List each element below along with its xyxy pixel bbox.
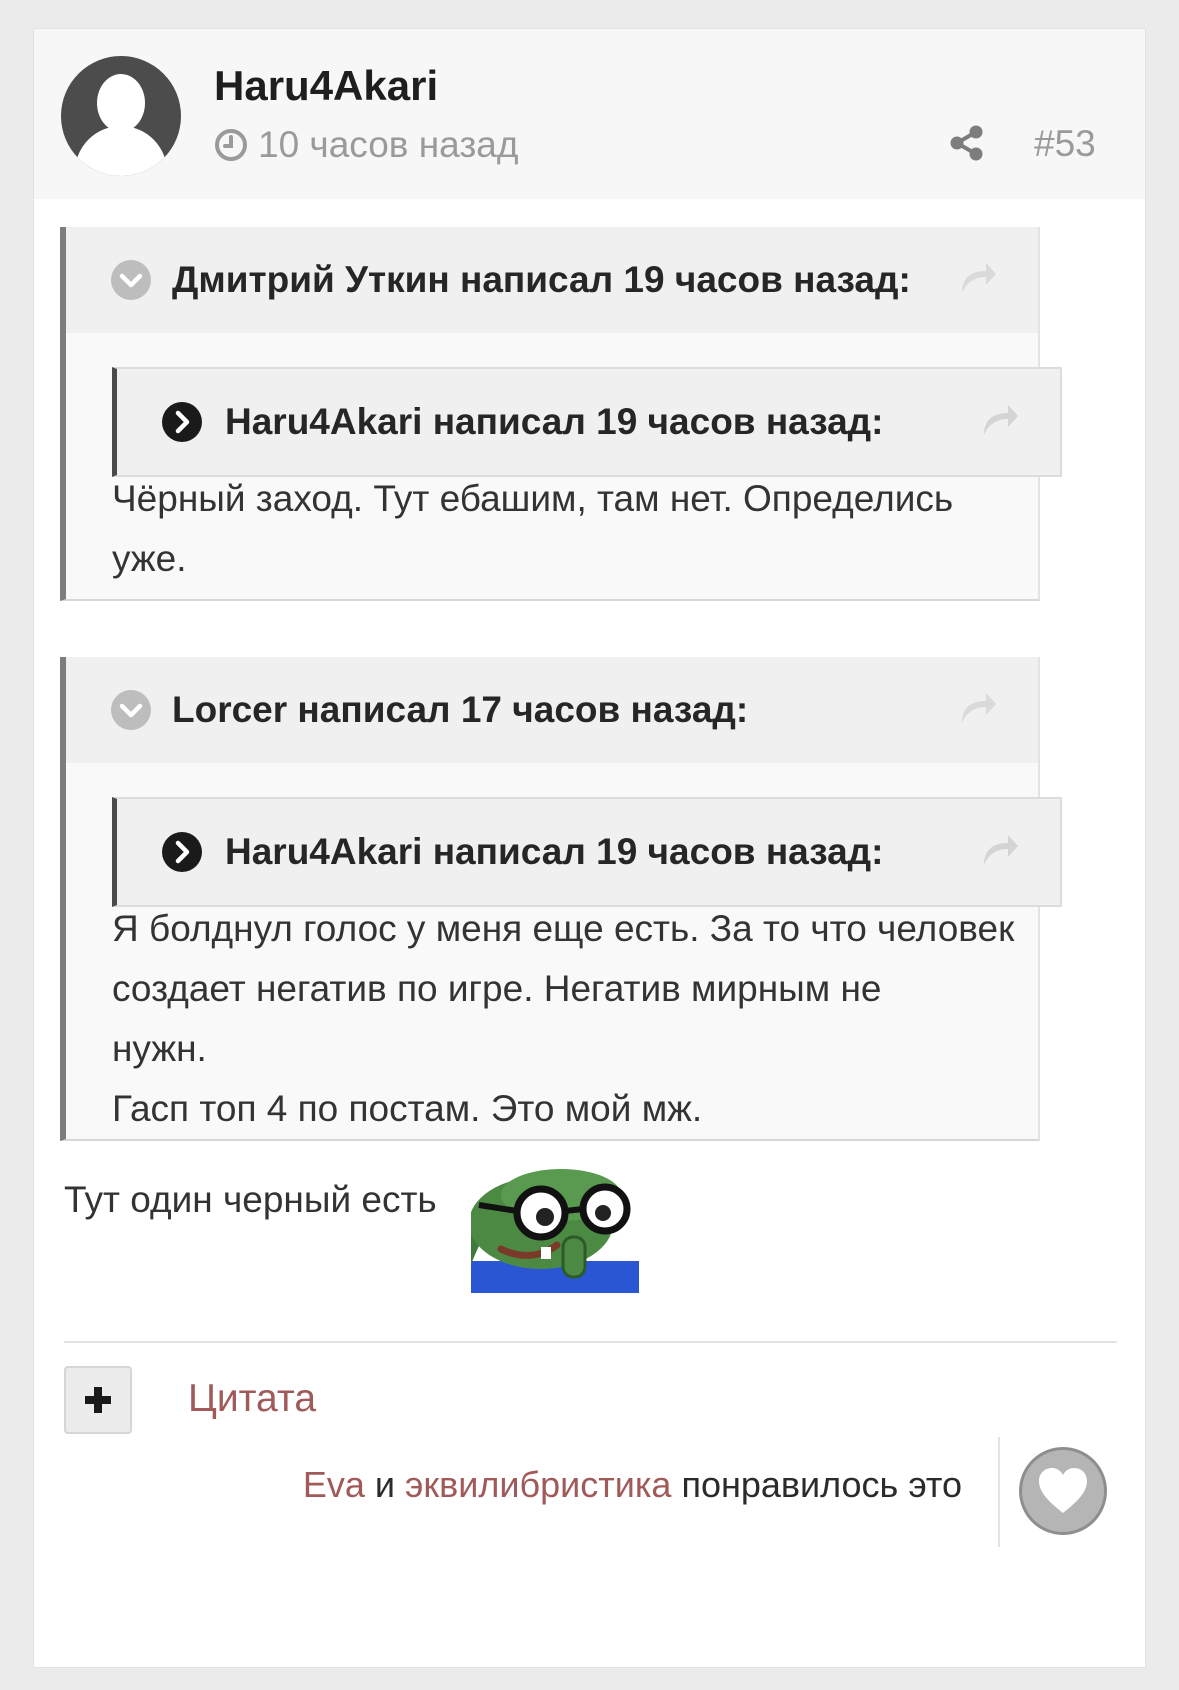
chevron-right-icon[interactable] [161,401,203,443]
quote-citation: Lorcer написал 17 часов назад: [66,657,1038,763]
post-number[interactable]: #53 [1034,123,1096,165]
like-button[interactable] [1019,1447,1107,1535]
pepe-glasses-emoji [471,1169,639,1293]
quote-citation-text: Дмитрий Уткин написал 19 часов назад: [172,259,911,300]
chevron-right-icon[interactable] [161,831,203,873]
reply-arrow-icon[interactable] [980,399,1020,439]
nested-quote-citation-text: Haru4Akari написал 19 часов назад: [225,831,884,872]
quote-citation-text: Lorcer написал 17 часов назад: [172,689,749,730]
chevron-down-icon[interactable] [110,259,152,301]
quote-line: Чёрный заход. Тут ебашим, там нет. Опред… [112,478,954,519]
avatar-body-shape [75,126,167,176]
quote-citation: Дмитрий Уткин написал 19 часов назад: [66,227,1038,333]
quote-body: Я болднул голос у меня еще есть. За то ч… [112,899,1072,1139]
quote-line: нужн. [112,1028,207,1069]
heart-icon [1039,1468,1087,1513]
post-card: Haru4Akari 10 часов назад #53 Дмитрий Ут… [33,28,1146,1668]
liked-by-user-link[interactable]: Eva [303,1464,365,1505]
plus-icon [85,1387,111,1413]
quote-block: Дмитрий Уткин написал 19 часов назад: Ha… [60,227,1062,601]
quote-line: создает негатив по игре. Негатив мирным … [112,968,882,1009]
chevron-down-icon[interactable] [110,689,152,731]
post-divider [64,1341,1117,1343]
reactions-summary: Eva и эквилибристика понравилось это [303,1464,962,1506]
nested-quote-citation: Haru4Akari написал 19 часов назад: [112,797,1062,907]
multiquote-button[interactable] [64,1366,132,1434]
liked-by-user-link[interactable]: эквилибристика [405,1464,671,1505]
post-timestamp[interactable]: 10 часов назад [214,124,518,166]
clock-icon [215,129,247,161]
post-header: Haru4Akari 10 часов назад #53 [34,29,1145,199]
quote-line: Гасп топ 4 по постам. Это мой мж. [112,1088,703,1129]
post-reply-text: Тут один черный есть [64,1179,437,1220]
nested-quote-citation-text: Haru4Akari написал 19 часов назад: [225,401,884,442]
likes-divider [998,1437,1000,1547]
avatar-head-shape [97,74,145,132]
quote-body: Чёрный заход. Тут ебашим, там нет. Опред… [112,469,1072,589]
quote-line: уже. [112,538,187,579]
reply-arrow-icon[interactable] [980,829,1020,869]
reply-arrow-icon[interactable] [958,257,998,297]
post-time-text: 10 часов назад [258,124,519,165]
quote-block: Lorcer написал 17 часов назад: Haru4Akar… [60,657,1062,1141]
reply-arrow-icon[interactable] [958,687,998,727]
quote-link[interactable]: Цитата [188,1377,316,1421]
quote-line: Я болднул голос у меня еще есть. За то ч… [112,908,1015,949]
author-name[interactable]: Haru4Akari [214,62,438,110]
likes-connector: и [374,1464,396,1505]
likes-suffix: понравилось это [681,1464,962,1505]
nested-quote-citation: Haru4Akari написал 19 часов назад: [112,367,1062,477]
share-icon[interactable] [948,124,986,162]
user-avatar[interactable] [61,56,181,176]
